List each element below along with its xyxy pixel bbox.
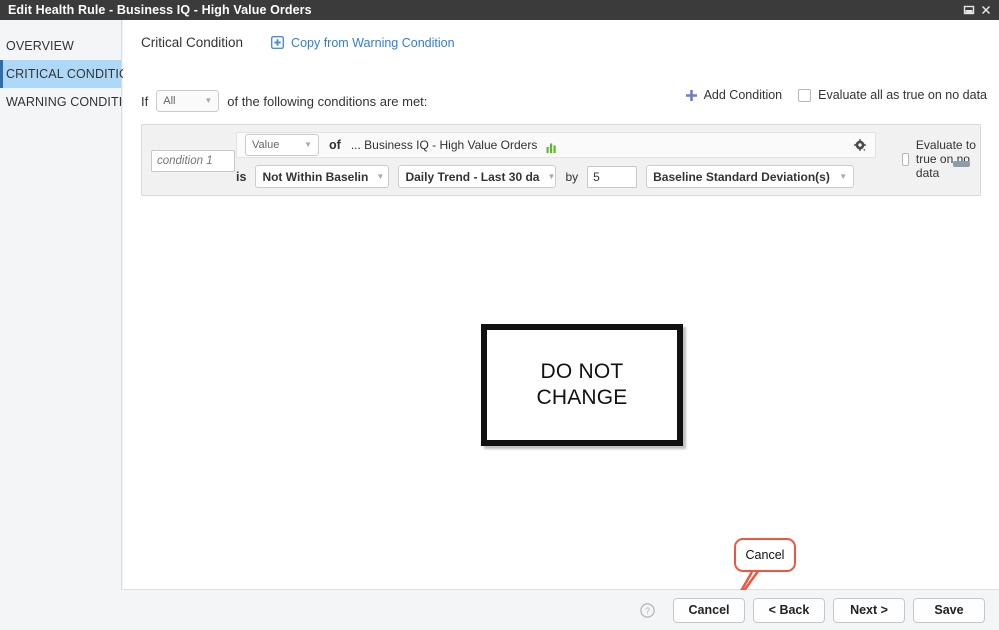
copy-plus-icon: [271, 35, 285, 50]
cancel-callout-label: Cancel: [745, 548, 785, 562]
chevron-down-icon: ▼: [204, 96, 213, 105]
back-button[interactable]: < Back: [753, 597, 825, 623]
threshold-unit-value: Baseline Standard Deviation(s): [653, 169, 830, 184]
sidebar: OVERVIEW CRITICAL CONDITION WARNING COND…: [0, 20, 141, 592]
close-icon[interactable]: [979, 3, 993, 17]
match-type-value: All: [163, 95, 176, 107]
operator-select[interactable]: Not Within Baselin ▼: [255, 165, 390, 188]
sidebar-item-critical-condition[interactable]: CRITICAL CONDITION: [0, 60, 138, 88]
baseline-trend-select[interactable]: Daily Trend - Last 30 da ▼: [398, 165, 557, 188]
window-titlebar: Edit Health Rule - Business IQ - High Va…: [0, 0, 999, 20]
gear-dropdown-icon[interactable]: [854, 138, 867, 152]
save-button[interactable]: Save: [913, 597, 985, 623]
if-suffix-label: of the following conditions are met:: [227, 93, 428, 109]
evaluate-true-no-data-group: Evaluate to true on no data: [902, 138, 980, 180]
evaluate-true-checkbox[interactable]: [902, 152, 909, 166]
evaluate-all-true-label: Evaluate all as true on no data: [818, 88, 987, 102]
minus-icon[interactable]: [953, 161, 970, 167]
main-panel: Critical Condition Copy from Warning Con…: [123, 20, 999, 590]
value-type-select[interactable]: Value ▼: [245, 134, 319, 156]
evaluate-all-true-checkbox[interactable]: [798, 88, 812, 102]
if-conditions-row: If All ▼ of the following conditions are…: [141, 90, 427, 112]
condition-toolbar: Add Condition Evaluate all as true on no…: [685, 88, 987, 102]
condition-name-input[interactable]: condition 1: [151, 150, 235, 172]
condition-expression-row: is Not Within Baselin ▼ Daily Trend - La…: [236, 165, 855, 188]
if-prefix-label: If: [141, 93, 149, 109]
value-type-value: Value: [252, 139, 280, 151]
add-condition-button[interactable]: Add Condition: [704, 88, 783, 102]
chevron-down-icon: ▼: [839, 171, 848, 181]
match-type-select[interactable]: All ▼: [156, 90, 220, 112]
operator-value: Not Within Baselin: [262, 169, 369, 184]
next-button[interactable]: Next >: [833, 597, 905, 623]
help-icon[interactable]: ?: [640, 602, 655, 618]
chevron-down-icon: ▼: [304, 140, 312, 149]
plus-icon[interactable]: [685, 89, 698, 102]
cancel-callout-annotation: Cancel: [734, 538, 796, 572]
chevron-down-icon: ▼: [547, 171, 556, 181]
cancel-button[interactable]: Cancel: [673, 597, 745, 623]
window-title: Edit Health Rule - Business IQ - High Va…: [8, 3, 312, 17]
chevron-down-icon: ▼: [376, 171, 385, 181]
do-not-change-text: DO NOT CHANGE: [536, 359, 628, 409]
of-label: of: [329, 138, 341, 152]
bar-chart-icon[interactable]: [546, 140, 557, 153]
maximize-icon[interactable]: [962, 3, 976, 17]
panel-header: Critical Condition Copy from Warning Con…: [141, 35, 455, 50]
by-label: by: [565, 169, 579, 184]
sidebar-item-overview[interactable]: OVERVIEW: [0, 32, 121, 60]
metric-path-label[interactable]: ... Business IQ - High Value Orders: [351, 138, 538, 152]
is-label: is: [236, 169, 247, 184]
copy-link-label: Copy from Warning Condition: [291, 35, 455, 50]
dialog-footer: ? Cancel < Back Next > Save: [0, 590, 999, 630]
condition-metric-row: Value ▼ of ... Business IQ - High Value …: [236, 132, 876, 158]
sidebar-item-warning-condition[interactable]: WARNING CONDITION: [0, 88, 141, 116]
copy-from-warning-condition-link[interactable]: Copy from Warning Condition: [271, 36, 455, 50]
svg-text:?: ?: [645, 606, 650, 616]
threshold-unit-select[interactable]: Baseline Standard Deviation(s) ▼: [646, 165, 855, 188]
evaluate-true-label: Evaluate to true on no data: [915, 138, 976, 180]
condition-row: condition 1 Value ▼ of ... Business IQ -…: [141, 124, 981, 196]
page-title: Critical Condition: [141, 35, 244, 50]
threshold-value-input[interactable]: 5: [587, 165, 638, 188]
do-not-change-annotation: DO NOT CHANGE: [481, 324, 683, 446]
dialog-frame: OVERVIEW CRITICAL CONDITION WARNING COND…: [0, 20, 999, 630]
baseline-trend-value: Daily Trend - Last 30 da: [405, 169, 540, 184]
